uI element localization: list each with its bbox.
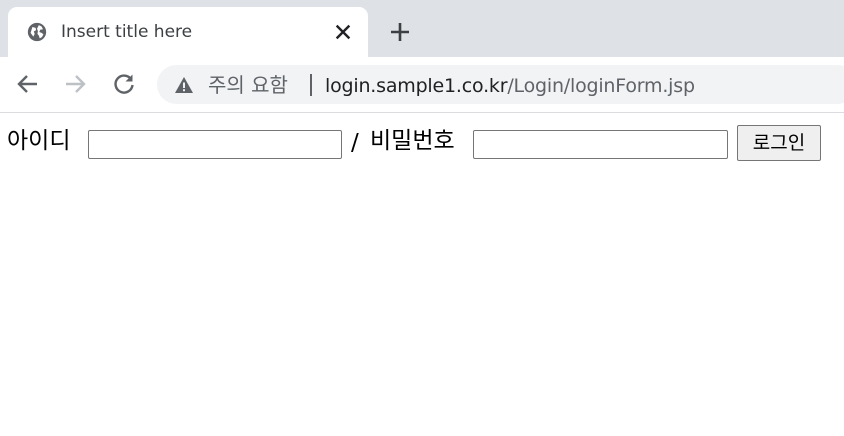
address-bar[interactable]: 주의 요함 login.sample1.co.kr/Login/loginFor… — [157, 65, 844, 104]
password-label: 비밀번호 — [370, 128, 455, 154]
browser-tab[interactable]: Insert title here — [8, 7, 368, 57]
password-input[interactable] — [473, 130, 728, 159]
url-path: /Login/loginForm.jsp — [507, 75, 695, 97]
forward-arrow-icon[interactable] — [62, 71, 88, 97]
globe-icon — [27, 22, 47, 42]
browser-toolbar: 주의 요함 login.sample1.co.kr/Login/loginFor… — [0, 57, 844, 113]
url-text[interactable]: login.sample1.co.kr/Login/loginForm.jsp — [325, 73, 695, 99]
reload-icon[interactable] — [111, 71, 137, 97]
tab-title: Insert title here — [61, 22, 193, 42]
back-arrow-icon[interactable] — [15, 71, 41, 97]
page-content: 아이디 / 비밀번호 로그인 — [0, 113, 844, 436]
id-label: 아이디 — [7, 128, 71, 154]
warning-triangle-icon[interactable] — [174, 75, 194, 95]
label-separator: / — [351, 130, 359, 156]
id-input[interactable] — [88, 130, 342, 159]
url-host: login.sample1.co.kr — [325, 75, 508, 97]
address-bar-divider — [310, 74, 312, 96]
tab-strip: Insert title here — [0, 0, 844, 57]
close-icon[interactable] — [332, 21, 354, 43]
security-status-label[interactable]: 주의 요함 — [208, 72, 288, 98]
login-button[interactable]: 로그인 — [737, 125, 821, 161]
plus-icon[interactable] — [388, 20, 412, 44]
